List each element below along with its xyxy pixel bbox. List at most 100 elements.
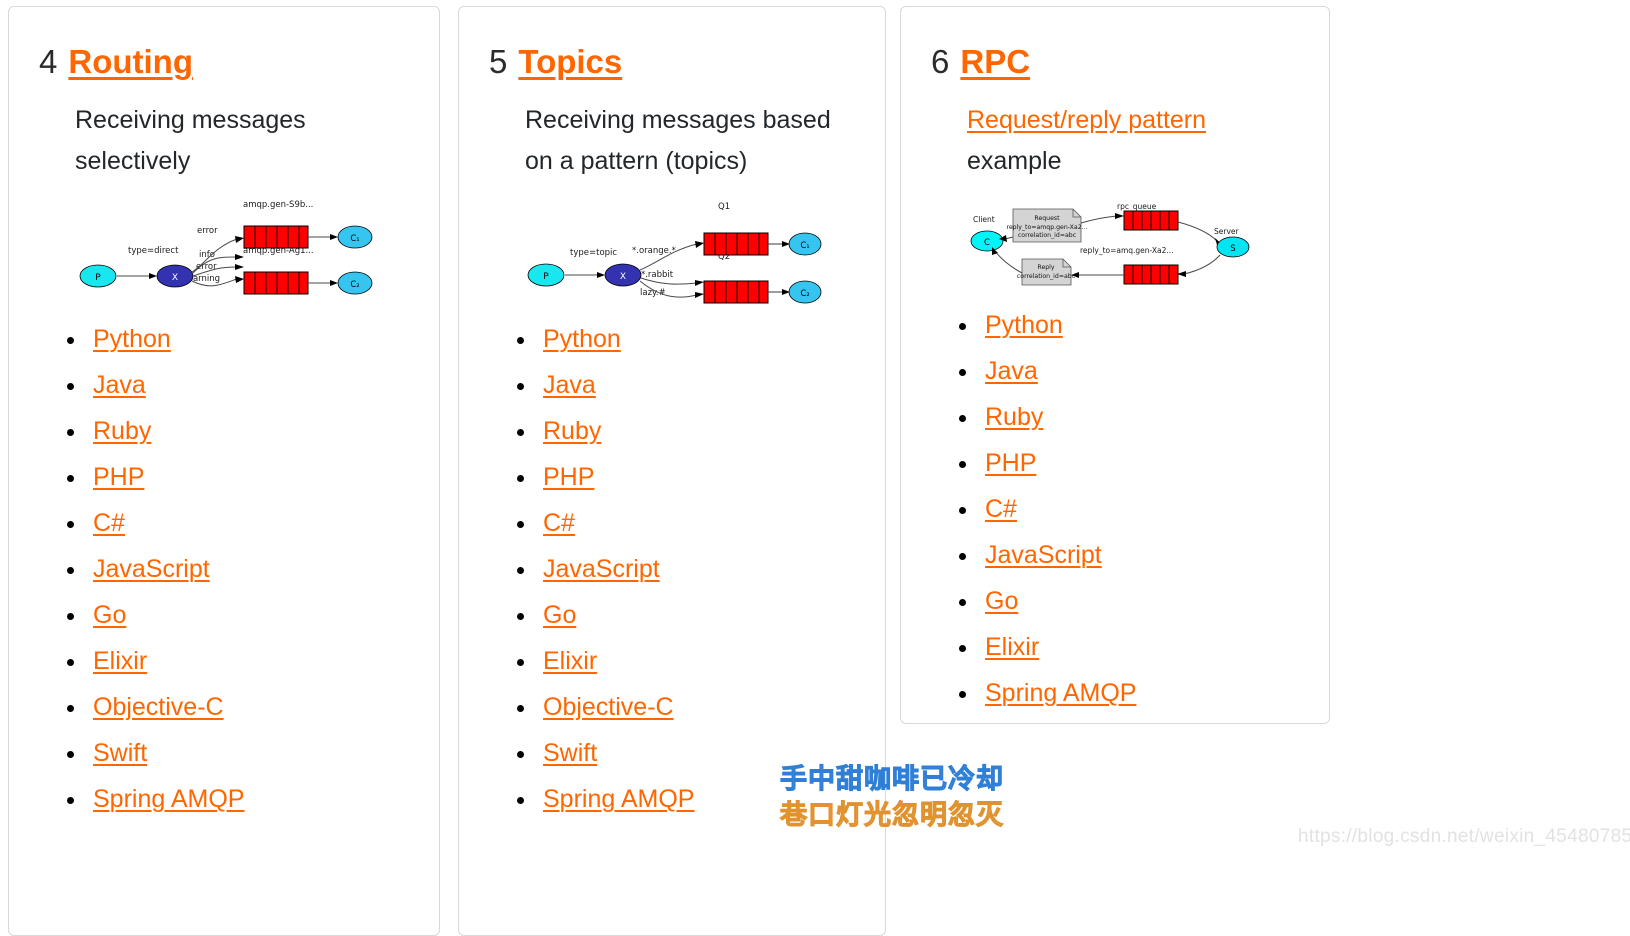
list-item[interactable]: JavaScript: [901, 541, 1329, 571]
server-node-label: S: [1230, 244, 1235, 254]
tutorial-card-routing[interactable]: 4 Routing Receiving messages selectively…: [8, 6, 440, 936]
list-item[interactable]: Go: [459, 601, 885, 631]
language-link[interactable]: Python: [93, 325, 171, 353]
list-item[interactable]: Swift: [459, 739, 885, 769]
card-title-link[interactable]: Topics: [518, 45, 622, 78]
list-item[interactable]: Python: [901, 311, 1329, 341]
list-item[interactable]: Elixir: [459, 647, 885, 677]
language-link[interactable]: Objective-C: [93, 693, 224, 721]
svg-text:reply_to=amqp.gen-Xa2...: reply_to=amqp.gen-Xa2...: [1006, 224, 1087, 231]
language-link[interactable]: PHP: [985, 449, 1036, 477]
card-subtitle-rest: example: [967, 146, 1062, 175]
language-link[interactable]: C#: [985, 495, 1017, 523]
list-item[interactable]: Java: [9, 371, 439, 401]
list-item[interactable]: PHP: [901, 449, 1329, 479]
language-link[interactable]: PHP: [543, 463, 594, 491]
tutorial-card-topics[interactable]: 5 Topics Receiving messages based on a p…: [458, 6, 886, 936]
language-link[interactable]: Go: [93, 601, 126, 629]
queue-label-q1: Q1: [718, 202, 730, 212]
language-link[interactable]: Java: [93, 371, 146, 399]
language-list-topics: Python Java Ruby PHP C# JavaScript Go El…: [459, 307, 885, 815]
list-item[interactable]: Java: [459, 371, 885, 401]
list-item[interactable]: Elixir: [901, 633, 1329, 663]
card-subtitle: Request/reply pattern example: [901, 78, 1327, 181]
list-item[interactable]: Ruby: [901, 403, 1329, 433]
arrowhead-top: [235, 236, 244, 243]
list-item[interactable]: C#: [901, 495, 1329, 525]
language-link[interactable]: Go: [543, 601, 576, 629]
list-item[interactable]: Spring AMQP: [459, 785, 885, 815]
list-item[interactable]: Python: [459, 325, 885, 355]
list-item[interactable]: Spring AMQP: [9, 785, 439, 815]
consumer-label-2: C₂: [350, 280, 359, 290]
language-link[interactable]: Swift: [93, 739, 147, 767]
language-link[interactable]: Python: [985, 311, 1063, 339]
language-link[interactable]: Java: [543, 371, 596, 399]
card-subtitle-link[interactable]: Request/reply pattern: [967, 106, 1206, 134]
list-item[interactable]: Elixir: [9, 647, 439, 677]
list-item[interactable]: Spring AMQP: [901, 679, 1329, 709]
arrowhead-error: [235, 264, 244, 270]
client-label: Client: [973, 215, 995, 224]
arrowhead-warning: [235, 276, 244, 283]
arrow-server-replyqueue: [1183, 254, 1221, 275]
card-title-link[interactable]: RPC: [960, 45, 1030, 78]
card-title-link[interactable]: Routing: [68, 45, 193, 78]
svg-text:correlation_id=abc: correlation_id=abc: [1017, 273, 1076, 280]
language-link[interactable]: Ruby: [93, 417, 151, 445]
language-link[interactable]: C#: [93, 509, 125, 537]
list-item[interactable]: Go: [9, 601, 439, 631]
language-link[interactable]: PHP: [93, 463, 144, 491]
exchange-type-label: type=direct: [128, 246, 179, 256]
language-link[interactable]: JavaScript: [93, 555, 210, 583]
language-link[interactable]: JavaScript: [543, 555, 660, 583]
consumer-label-2: C₂: [800, 289, 809, 299]
binding-error-top: error: [197, 226, 218, 236]
rpc-queue-label: rpc_queue: [1117, 202, 1157, 211]
card-number: 4: [39, 43, 58, 80]
arrowhead-q1: [695, 241, 704, 248]
list-item[interactable]: PHP: [459, 463, 885, 493]
list-item[interactable]: C#: [459, 509, 885, 539]
list-item[interactable]: PHP: [9, 463, 439, 493]
list-item[interactable]: C#: [9, 509, 439, 539]
consumer-label-1: C₁: [350, 234, 359, 244]
list-item[interactable]: Java: [901, 357, 1329, 387]
arrowhead-q2a: [695, 280, 704, 286]
arrow-queue-server: [1177, 221, 1218, 242]
language-link[interactable]: Swift: [543, 739, 597, 767]
language-link[interactable]: Python: [543, 325, 621, 353]
language-link[interactable]: Ruby: [985, 403, 1043, 431]
list-item[interactable]: Objective-C: [459, 693, 885, 723]
language-link[interactable]: Spring AMQP: [93, 785, 244, 813]
card-number: 6: [931, 43, 950, 80]
language-link[interactable]: Go: [985, 587, 1018, 615]
list-item[interactable]: Python: [9, 325, 439, 355]
language-link[interactable]: Ruby: [543, 417, 601, 445]
exchange-label: X: [172, 273, 178, 283]
language-link[interactable]: Elixir: [985, 633, 1039, 661]
language-link[interactable]: Elixir: [543, 647, 597, 675]
routing-diagram: amqp.gen-S9b... amqp.gen-Ag1... type=dir…: [9, 181, 439, 307]
language-link[interactable]: Objective-C: [543, 693, 674, 721]
exchange-type-label: type=topic: [570, 248, 617, 258]
list-item[interactable]: Swift: [9, 739, 439, 769]
list-item[interactable]: JavaScript: [9, 555, 439, 585]
tutorial-card-rpc[interactable]: 6 RPC Request/reply pattern example Clie…: [900, 6, 1330, 724]
queue-bottom: [243, 271, 309, 295]
queue-q1: [703, 232, 769, 256]
language-link[interactable]: C#: [543, 509, 575, 537]
list-item[interactable]: Ruby: [9, 417, 439, 447]
language-link[interactable]: Java: [985, 357, 1038, 385]
language-link[interactable]: Elixir: [93, 647, 147, 675]
language-link[interactable]: JavaScript: [985, 541, 1102, 569]
list-item[interactable]: Ruby: [459, 417, 885, 447]
list-item[interactable]: Go: [901, 587, 1329, 617]
language-link[interactable]: Spring AMQP: [543, 785, 694, 813]
language-list-routing: Python Java Ruby PHP C# JavaScript Go El…: [9, 307, 439, 815]
list-item[interactable]: Objective-C: [9, 693, 439, 723]
language-link[interactable]: Spring AMQP: [985, 679, 1136, 707]
card-subtitle: Receiving messages selectively: [75, 106, 306, 175]
topics-diagram: Q1 Q2 type=topic *.orange.* *.*.rabbit l…: [459, 181, 885, 307]
list-item[interactable]: JavaScript: [459, 555, 885, 585]
